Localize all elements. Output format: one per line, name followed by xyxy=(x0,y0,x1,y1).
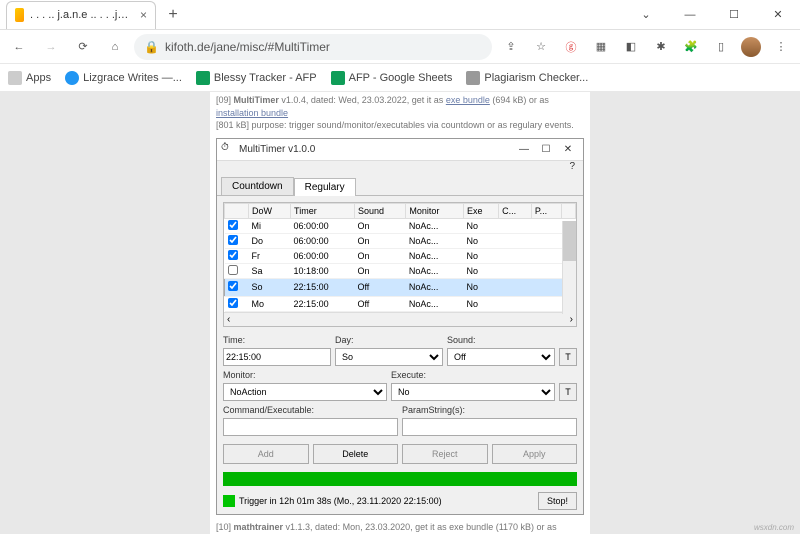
table-row[interactable]: So22:15:00OffNoAc...No xyxy=(225,278,576,296)
tab-regulary[interactable]: Regulary xyxy=(294,178,356,196)
close-tab-icon[interactable]: × xyxy=(140,8,147,22)
multitimer-meta: [09] MultiTimer v1.0.4, dated: Wed, 23.0… xyxy=(216,92,584,134)
table-row[interactable]: Mo22:15:00OffNoAc...No xyxy=(225,296,576,311)
ext1-icon[interactable]: ▦ xyxy=(588,34,614,60)
page-body: [09] MultiTimer v1.0.4, dated: Wed, 23.0… xyxy=(0,92,800,534)
horizontal-scrollbar[interactable]: ‹› xyxy=(224,312,576,326)
sound-label: Sound: xyxy=(447,335,577,345)
minimize-icon[interactable]: — xyxy=(668,0,712,30)
monitor-label: Monitor: xyxy=(223,370,387,380)
table-row[interactable]: Mi06:00:00OnNoAc...No xyxy=(225,218,576,233)
time-input[interactable] xyxy=(223,348,331,366)
favicon xyxy=(15,8,24,22)
table-row[interactable]: Do06:00:00OnNoAc...No xyxy=(225,233,576,248)
delete-button[interactable]: Delete xyxy=(313,444,399,464)
help-icon[interactable]: ? xyxy=(569,161,575,172)
time-label: Time: xyxy=(223,335,331,345)
row-checkbox[interactable] xyxy=(228,281,238,291)
math-exe-link[interactable]: exe bundle xyxy=(449,522,493,532)
table-row[interactable]: Sa10:18:00OnNoAc...No xyxy=(225,263,576,278)
reject-button[interactable]: Reject xyxy=(402,444,488,464)
maximize-icon[interactable]: ☐ xyxy=(712,0,756,30)
panel-icon[interactable]: ▯ xyxy=(708,34,734,60)
puzzle-icon[interactable]: 🧩 xyxy=(678,34,704,60)
row-checkbox[interactable] xyxy=(228,250,238,260)
add-button[interactable]: Add xyxy=(223,444,309,464)
row-checkbox[interactable] xyxy=(228,220,238,230)
app-close-icon[interactable]: ✕ xyxy=(557,140,579,158)
stop-button[interactable]: Stop! xyxy=(538,492,577,510)
apps-button[interactable]: Apps xyxy=(8,71,51,85)
vertical-scrollbar[interactable] xyxy=(562,221,576,314)
share-icon[interactable]: ⇪ xyxy=(498,34,524,60)
progress-bar xyxy=(223,472,577,486)
sound-t-button[interactable]: T xyxy=(559,348,577,366)
apply-button[interactable]: Apply xyxy=(492,444,578,464)
mathtrainer-meta: [10] mathtrainer v1.1.3, dated: Mon, 23.… xyxy=(216,515,584,534)
cmd-input[interactable] xyxy=(223,418,398,436)
table-row[interactable]: Fr06:00:00OnNoAc...No xyxy=(225,248,576,263)
home-icon[interactable]: ⌂ xyxy=(102,34,128,60)
bookmark-lizgrace[interactable]: Lizgrace Writes —... xyxy=(65,71,182,85)
app-titlebar: ⏱ MultiTimer v1.0.0 — ☐ ✕ xyxy=(217,139,583,161)
timer-table: DoWTimer SoundMonitor ExeC...P... Mi06:0… xyxy=(223,202,577,327)
tab-title: . . . .. j.a.n.e .. . . .just.another.na… xyxy=(30,9,134,21)
row-checkbox[interactable] xyxy=(228,265,238,275)
back-icon[interactable]: ← xyxy=(6,34,32,60)
extensions-icon[interactable]: ✱ xyxy=(648,34,674,60)
address-bar: ← → ⟳ ⌂ 🔒 kifoth.de/jane/misc/#MultiTime… xyxy=(0,30,800,64)
forward-icon[interactable]: → xyxy=(38,34,64,60)
menu-icon[interactable]: ⋮ xyxy=(768,34,794,60)
param-input[interactable] xyxy=(402,418,577,436)
window-caret-icon[interactable]: ⌄ xyxy=(624,0,668,30)
install-bundle-link[interactable]: installation bundle xyxy=(216,108,288,118)
url-field[interactable]: 🔒 kifoth.de/jane/misc/#MultiTimer xyxy=(134,34,492,60)
row-checkbox[interactable] xyxy=(228,235,238,245)
reload-icon[interactable]: ⟳ xyxy=(70,34,96,60)
status-indicator xyxy=(223,495,235,507)
url-text: kifoth.de/jane/misc/#MultiTimer xyxy=(165,40,330,54)
new-tab-button[interactable]: + xyxy=(160,2,186,28)
bookmark-afp[interactable]: AFP - Google Sheets xyxy=(331,71,453,85)
bookmarks-bar: Apps Lizgrace Writes —... Blessy Tracker… xyxy=(0,64,800,92)
param-label: ParamString(s): xyxy=(402,405,577,415)
app-max-icon[interactable]: ☐ xyxy=(535,140,557,158)
app-icon: ⏱ xyxy=(221,142,235,156)
bookmark-plagiarism[interactable]: Plagiarism Checker... xyxy=(466,71,588,85)
execute-label: Execute: xyxy=(391,370,577,380)
monitor-select[interactable]: NoAction xyxy=(223,383,387,401)
exe-bundle-link[interactable]: exe bundle xyxy=(446,95,490,105)
execute-select[interactable]: No xyxy=(391,383,555,401)
translate-icon[interactable]: ⓖ xyxy=(558,34,584,60)
lock-icon: 🔒 xyxy=(144,40,159,54)
execute-t-button[interactable]: T xyxy=(559,383,577,401)
ext2-icon[interactable]: ◧ xyxy=(618,34,644,60)
app-title: MultiTimer v1.0.0 xyxy=(239,144,513,155)
browser-titlebar: . . . .. j.a.n.e .. . . .just.another.na… xyxy=(0,0,800,30)
day-label: Day: xyxy=(335,335,443,345)
trigger-text: Trigger in 12h 01m 38s (Mo., 23.11.2020 … xyxy=(239,496,534,506)
day-select[interactable]: So xyxy=(335,348,443,366)
star-icon[interactable]: ☆ xyxy=(528,34,554,60)
watermark: wsxdn.com xyxy=(754,523,794,532)
sound-select[interactable]: Off xyxy=(447,348,555,366)
avatar[interactable] xyxy=(738,34,764,60)
app-min-icon[interactable]: — xyxy=(513,140,535,158)
cmd-label: Command/Executable: xyxy=(223,405,398,415)
bookmark-blessy[interactable]: Blessy Tracker - AFP xyxy=(196,71,317,85)
tab-countdown[interactable]: Countdown xyxy=(221,177,294,195)
table-header-row: DoWTimer SoundMonitor ExeC...P... xyxy=(225,203,576,218)
close-window-icon[interactable]: ✕ xyxy=(756,0,800,30)
multitimer-window: ⏱ MultiTimer v1.0.0 — ☐ ✕ ? Countdown Re… xyxy=(216,138,584,515)
browser-tab[interactable]: . . . .. j.a.n.e .. . . .just.another.na… xyxy=(6,1,156,29)
row-checkbox[interactable] xyxy=(228,298,238,308)
